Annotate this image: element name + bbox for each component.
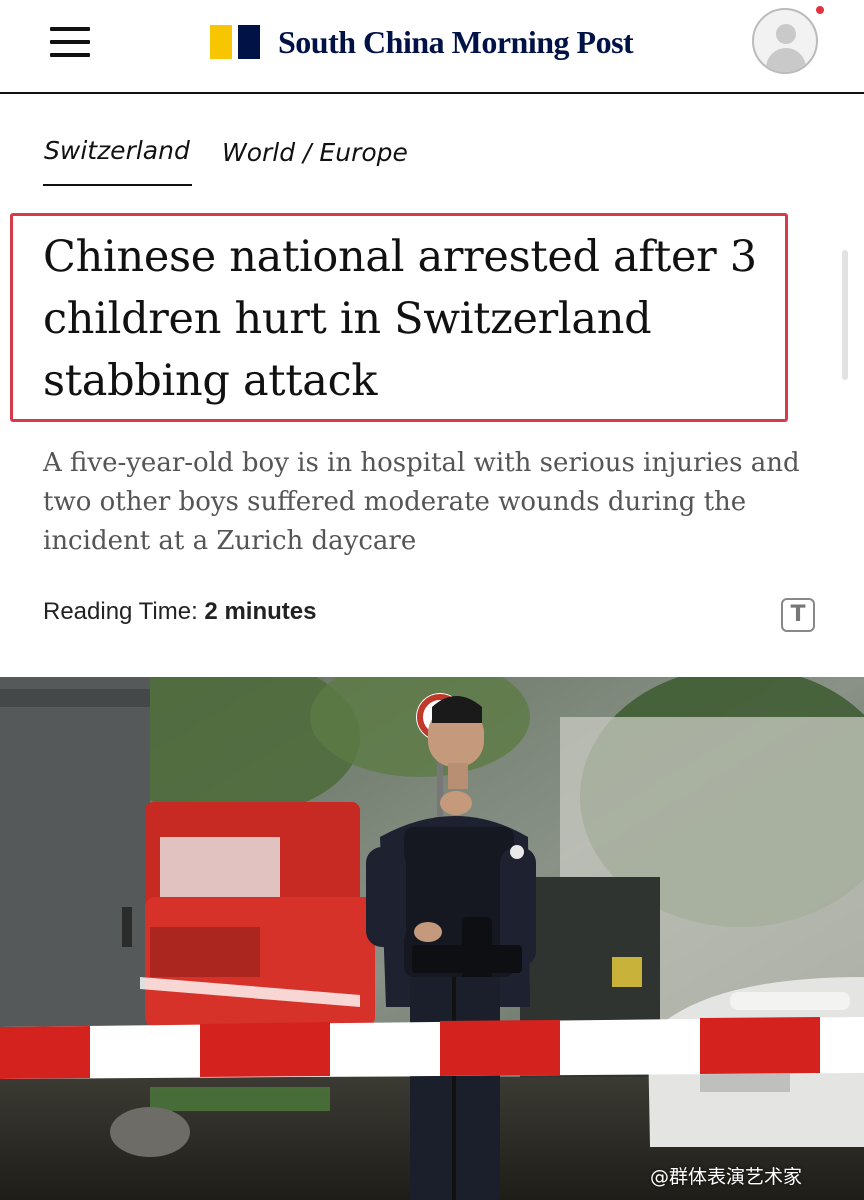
font-size-button[interactable]: T [781, 598, 815, 632]
site-header: South China Morning Post [0, 0, 864, 94]
article-headline: Chinese national arrested after 3 childr… [43, 232, 757, 406]
article-lead-photo [0, 677, 864, 1200]
reading-time-value: 2 minutes [204, 598, 317, 625]
text-size-icon: T [790, 602, 806, 627]
section-underline [43, 184, 192, 186]
scrollbar[interactable] [842, 250, 848, 380]
reading-time: Reading Time: 2 minutes [43, 598, 316, 626]
brand-name: South China Morning Post [278, 23, 634, 60]
watermark-text: @群体表演艺术家 [650, 1166, 803, 1188]
notification-dot [816, 6, 824, 14]
reading-time-label: Reading Time: [43, 598, 198, 625]
hamburger-menu-icon[interactable] [48, 24, 92, 60]
site-logo[interactable]: South China Morning Post [208, 22, 634, 62]
section-tag-primary[interactable]: Switzerland [44, 136, 190, 165]
section-tag-secondary[interactable]: World / Europe [222, 138, 408, 167]
article-subtitle: A five-year-old boy is in hospital with … [43, 448, 800, 556]
user-avatar-icon[interactable] [752, 8, 818, 74]
logo-mark [208, 22, 262, 62]
